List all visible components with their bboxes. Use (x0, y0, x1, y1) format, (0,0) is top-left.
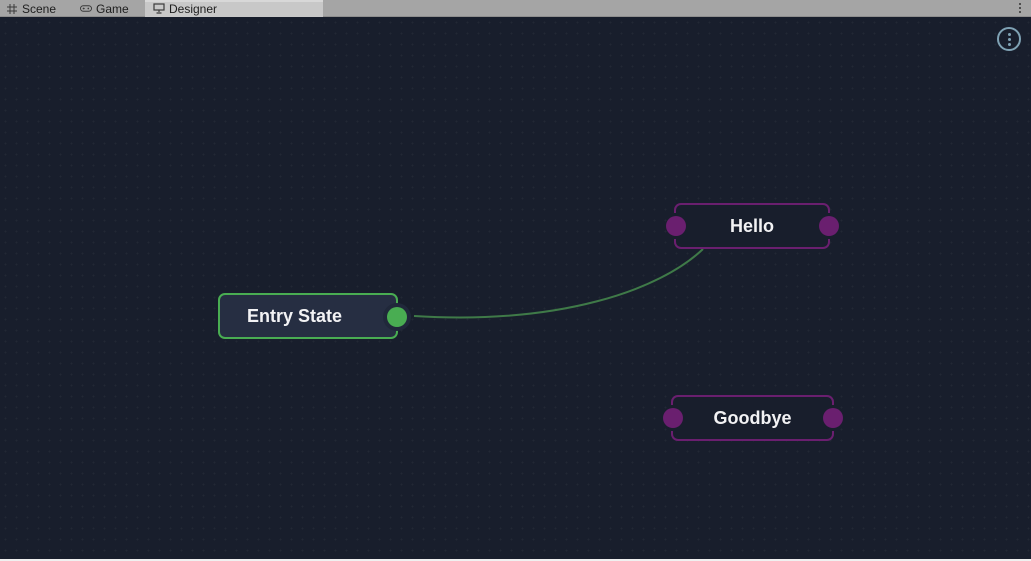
dot (1019, 11, 1021, 13)
options-dot (1007, 32, 1011, 36)
tab-game[interactable]: Game (80, 0, 129, 17)
graph-options-button[interactable] (997, 27, 1021, 51)
graph-canvas[interactable] (0, 17, 1031, 561)
entry-state-output-port[interactable] (387, 307, 407, 327)
dot (1019, 3, 1021, 5)
node-entry-state-label: Entry State (247, 305, 343, 326)
node-entry-state[interactable]: Entry State (218, 293, 398, 339)
tab-scene[interactable]: Scene (6, 0, 56, 17)
tab-designer[interactable]: Designer (145, 0, 323, 17)
tab-game-label: Game (96, 1, 129, 16)
hello-output-port[interactable] (819, 216, 839, 236)
node-border-bottom (671, 431, 834, 441)
node-hello-label: Hello (729, 215, 774, 236)
monitor-icon (153, 3, 165, 15)
node-border-bottom (674, 239, 830, 249)
node-goodbye[interactable]: Goodbye (671, 395, 834, 441)
dot (1019, 7, 1021, 9)
tab-bar: Scene Game Designer (0, 0, 1031, 17)
hello-input-port[interactable] (666, 216, 686, 236)
tab-menu-button[interactable] (1017, 1, 1023, 15)
options-dot (1007, 42, 1011, 46)
node-goodbye-label: Goodbye (713, 407, 792, 428)
goodbye-input-port[interactable] (663, 408, 683, 428)
tab-scene-label: Scene (22, 1, 57, 16)
gamepad-icon (80, 3, 92, 15)
goodbye-output-port[interactable] (823, 408, 843, 428)
node-border-top (671, 395, 834, 405)
node-border-top (674, 203, 830, 213)
node-hello[interactable]: Hello (674, 203, 830, 249)
grid-icon (6, 3, 18, 15)
options-dot (1007, 37, 1011, 41)
tab-designer-label: Designer (169, 1, 218, 16)
